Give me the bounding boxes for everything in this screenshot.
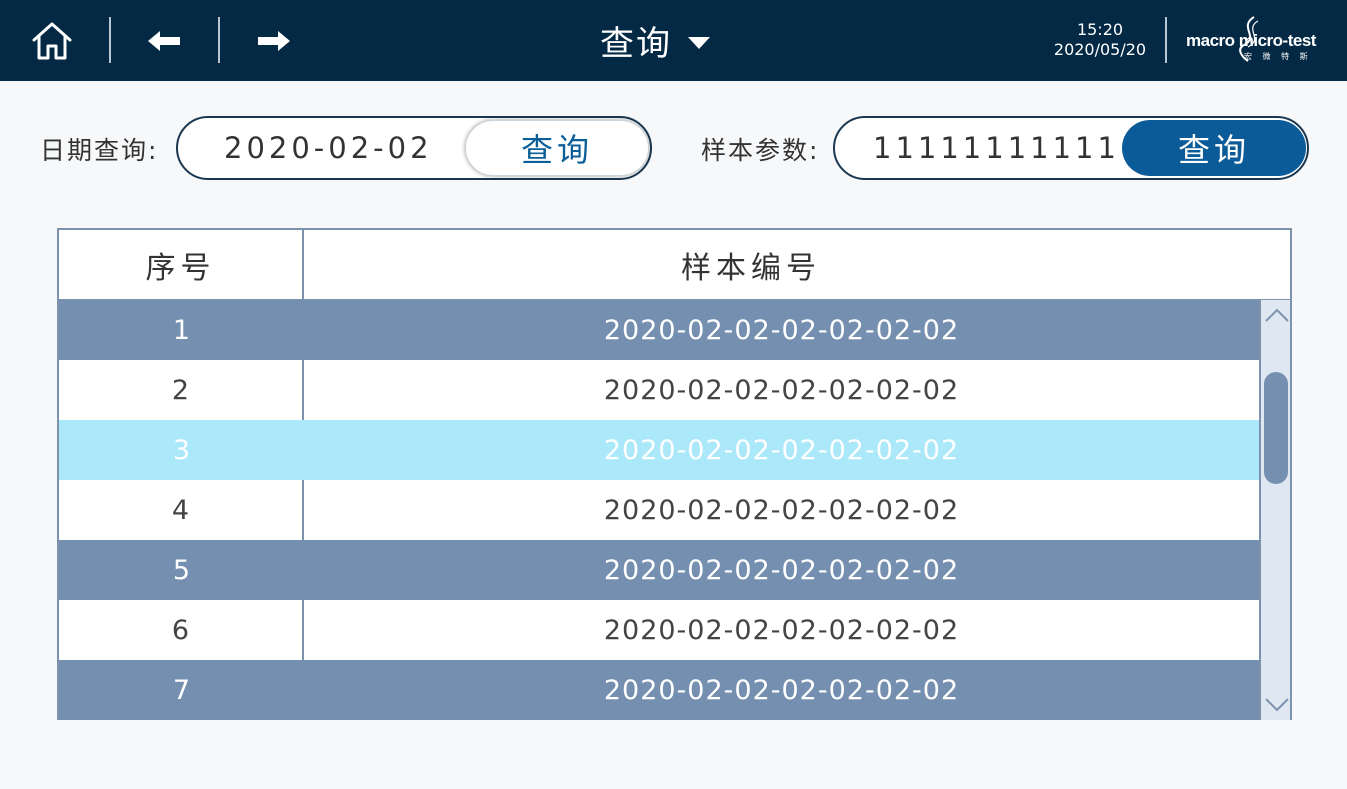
row-index: 1: [172, 314, 191, 346]
page-title: 查询: [600, 24, 672, 64]
sample-search-input[interactable]: 11111111111: [873, 118, 1120, 178]
results-table: 序号 样本编号 1 2020-02-02-02-02-02-02 2 2020-…: [57, 228, 1292, 720]
column-header-index: 序号: [59, 230, 304, 300]
company-logo: macro micro-test 宏 微 特 斯: [1184, 16, 1324, 65]
row-index: 3: [172, 434, 191, 466]
forward-button[interactable]: [244, 0, 304, 81]
arrow-right-icon: [258, 30, 290, 51]
chevron-up-icon: [1264, 308, 1289, 322]
caret-down-icon: [688, 36, 710, 49]
row-sample-id: 2020-02-02-02-02-02-02: [603, 374, 960, 406]
table-row[interactable]: 6 2020-02-02-02-02-02-02: [59, 600, 1259, 660]
divider: [1165, 17, 1167, 63]
vertical-scrollbar[interactable]: [1259, 300, 1290, 720]
table-row[interactable]: 1 2020-02-02-02-02-02-02: [59, 300, 1259, 360]
column-header-sample-id: 样本编号: [681, 251, 821, 286]
date-search-label: 日期查询:: [40, 136, 159, 165]
table-row[interactable]: 7 2020-02-02-02-02-02-02: [59, 660, 1259, 720]
table-body: 1 2020-02-02-02-02-02-02 2 2020-02-02-02…: [59, 300, 1259, 720]
table-row[interactable]: 2 2020-02-02-02-02-02-02: [59, 360, 1259, 420]
row-index: 6: [59, 600, 304, 660]
date-search-button[interactable]: 查询: [465, 120, 649, 176]
row-sample-id: 2020-02-02-02-02-02-02: [603, 674, 960, 706]
sample-search-box: 11111111111 查询: [833, 116, 1309, 180]
logo-text: macro micro-test: [1186, 31, 1316, 50]
sample-search-label: 样本参数:: [701, 136, 820, 165]
sample-search-button[interactable]: 查询: [1122, 120, 1306, 176]
row-index: 5: [172, 554, 191, 586]
table-header: 序号 样本编号: [59, 230, 1290, 300]
clock: 15:20 2020/05/20: [1040, 20, 1160, 60]
row-index: 4: [59, 480, 304, 540]
home-icon: [32, 22, 72, 59]
table-row-selected[interactable]: 3 2020-02-02-02-02-02-02: [59, 420, 1259, 480]
table-row[interactable]: 4 2020-02-02-02-02-02-02: [59, 480, 1259, 540]
divider: [109, 17, 111, 63]
scroll-down-button[interactable]: [1263, 692, 1290, 718]
back-button[interactable]: [134, 0, 194, 81]
row-sample-id: 2020-02-02-02-02-02-02: [603, 434, 960, 466]
row-sample-id: 2020-02-02-02-02-02-02: [603, 494, 960, 526]
date-search-input[interactable]: 2020-02-02: [224, 118, 433, 178]
arrow-left-icon: [148, 30, 180, 51]
page-title-dropdown[interactable]: 查询: [600, 0, 710, 81]
clock-time: 15:20: [1076, 20, 1124, 39]
row-sample-id: 2020-02-02-02-02-02-02: [603, 314, 960, 346]
row-index: 2: [59, 360, 304, 420]
top-bar: 查询 15:20 2020/05/20 macro micro-test 宏 微…: [0, 0, 1347, 81]
table-row[interactable]: 5 2020-02-02-02-02-02-02: [59, 540, 1259, 600]
chevron-down-icon: [1264, 698, 1289, 712]
scroll-up-button[interactable]: [1263, 302, 1290, 328]
row-index: 7: [172, 674, 191, 706]
scrollbar-thumb[interactable]: [1264, 372, 1288, 484]
row-sample-id: 2020-02-02-02-02-02-02: [603, 554, 960, 586]
home-button[interactable]: [22, 0, 82, 81]
clock-date: 2020/05/20: [1053, 40, 1147, 59]
date-search-box: 2020-02-02 查询: [176, 116, 652, 180]
row-sample-id: 2020-02-02-02-02-02-02: [603, 614, 960, 646]
logo-subtext: 宏 微 特 斯: [1244, 52, 1312, 61]
divider: [218, 17, 220, 63]
